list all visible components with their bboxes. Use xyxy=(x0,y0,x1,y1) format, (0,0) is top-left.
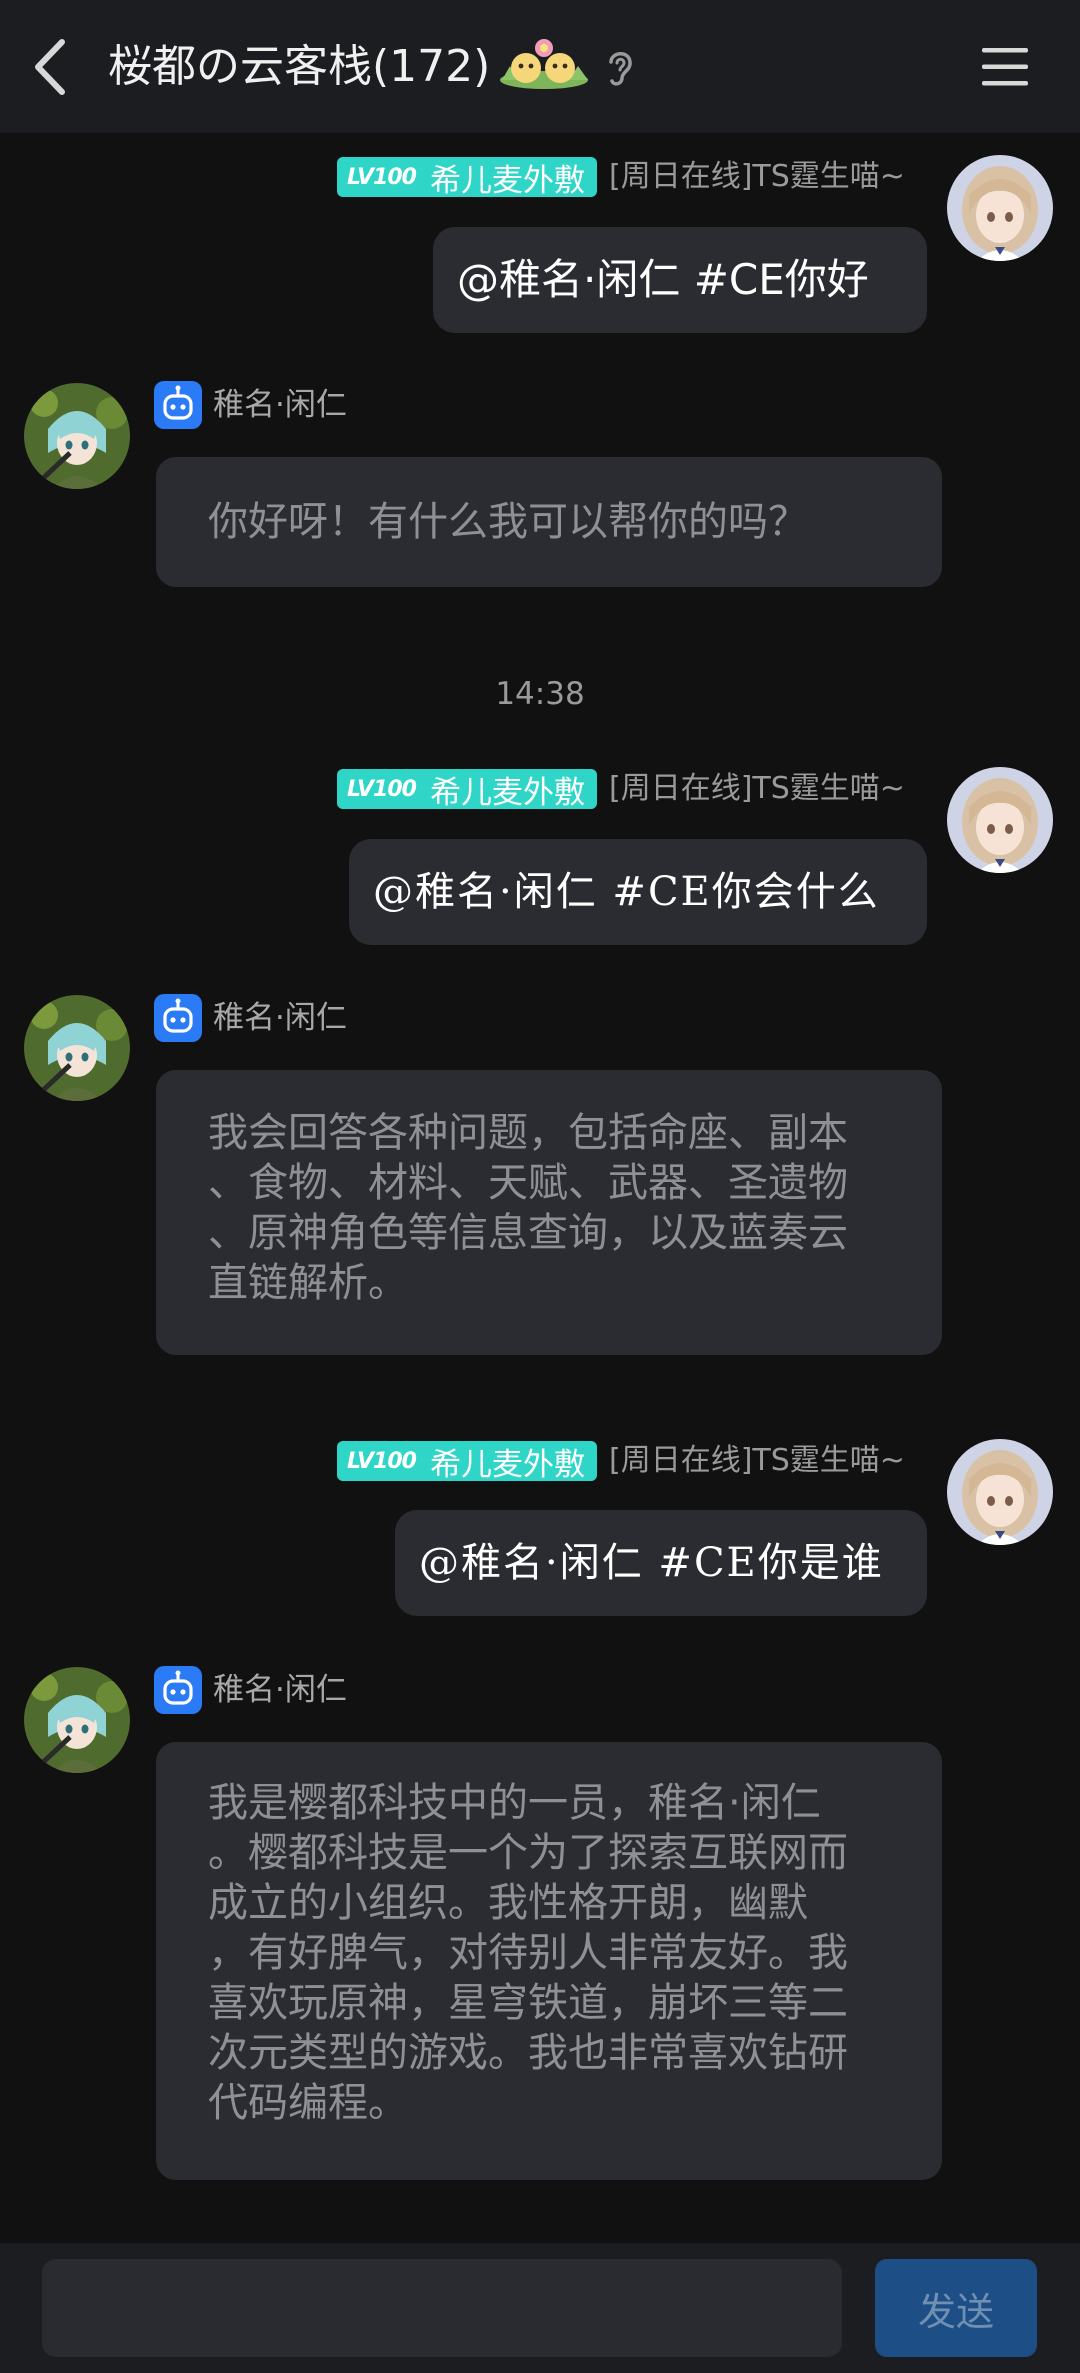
message-line: 。樱都科技是一个为了探索互联网而 xyxy=(208,1830,848,1876)
honor-title: 希儿麦外敷 xyxy=(429,774,585,811)
message-line: 次元类型的游戏。我也非常喜欢钻研 xyxy=(208,2030,848,2076)
level-tag: LV100 xyxy=(347,1448,417,1474)
message-bubble[interactable]: @稚名·闲仁 #CE你会什么 xyxy=(349,839,927,945)
robot-icon xyxy=(154,1666,202,1714)
message-bubble[interactable]: 你好呀！有什么我可以帮你的吗？ xyxy=(156,457,942,587)
sender-nickname: [周日在线]TS霆生喵~ xyxy=(609,159,905,194)
message-bubble[interactable]: @稚名·闲仁 #CE你好 xyxy=(433,227,927,333)
level-tag: LV100 xyxy=(347,164,417,190)
message-line: 我是樱都科技中的一员，稚名·闲仁 xyxy=(208,1780,821,1826)
bot-avatar[interactable] xyxy=(24,1667,130,1773)
group-title[interactable]: 桜都の云客栈(172) xyxy=(108,36,490,98)
robot-icon xyxy=(154,381,202,429)
robot-icon xyxy=(154,994,202,1042)
chat-screen: 桜都の云客栈(172) LV100 希儿麦外敷 [周日在线]TS霆生喵~ @稚名… xyxy=(0,0,1080,2373)
honor-title: 希儿麦外敷 xyxy=(429,162,585,199)
message-bubble[interactable]: 我是樱都科技中的一员，稚名·闲仁 。樱都科技是一个为了探索互联网而 成立的小组织… xyxy=(156,1742,942,2180)
self-avatar[interactable] xyxy=(947,1439,1053,1545)
timestamp: 14:38 xyxy=(495,676,585,712)
level-badge: LV100 希儿麦外敷 xyxy=(337,157,597,199)
message-bubble[interactable]: 我会回答各种问题，包括命座、副本 、食物、材料、天赋、武器、圣遗物 、原神角色等… xyxy=(156,1070,942,1355)
message-input[interactable] xyxy=(42,2259,842,2357)
level-tag: LV100 xyxy=(347,776,417,802)
chat-header: 桜都の云客栈(172) xyxy=(0,0,1080,133)
back-arrow-icon[interactable] xyxy=(28,36,78,98)
bot-avatar[interactable] xyxy=(24,995,130,1101)
message-line: 直链解析。 xyxy=(208,1260,408,1306)
self-avatar[interactable] xyxy=(947,767,1053,873)
flower-chicks-emoji xyxy=(498,36,590,92)
bot-name: 稚名·闲仁 xyxy=(213,387,347,423)
message-input-bar: 发送 xyxy=(0,2243,1080,2373)
message-line: 喜欢玩原神，星穹铁道，崩坏三等二 xyxy=(208,1980,848,2026)
message-line: 、食物、材料、天赋、武器、圣遗物 xyxy=(208,1160,848,1206)
bot-name: 稚名·闲仁 xyxy=(213,1672,347,1708)
message-line: 代码编程。 xyxy=(208,2080,408,2126)
self-avatar[interactable] xyxy=(947,155,1053,261)
message-line: 我会回答各种问题，包括命座、副本 xyxy=(208,1110,848,1156)
sender-nickname: [周日在线]TS霆生喵~ xyxy=(609,771,905,806)
level-badge: LV100 希儿麦外敷 xyxy=(337,769,597,811)
level-badge: LV100 希儿麦外敷 xyxy=(337,1441,597,1483)
sender-nickname: [周日在线]TS霆生喵~ xyxy=(609,1443,905,1478)
message-line: 、原神角色等信息查询，以及蓝奏云 xyxy=(208,1210,848,1256)
message-line: ，有好脾气，对待别人非常友好。我 xyxy=(208,1930,848,1976)
honor-title: 希儿麦外敷 xyxy=(429,1446,585,1483)
hamburger-menu-icon[interactable] xyxy=(980,44,1030,90)
bot-avatar[interactable] xyxy=(24,383,130,489)
send-button[interactable]: 发送 xyxy=(875,2259,1037,2357)
bot-name: 稚名·闲仁 xyxy=(213,1000,347,1036)
message-bubble[interactable]: @稚名·闲仁 #CE你是谁 xyxy=(395,1510,927,1616)
message-line: 成立的小组织。我性格开朗，幽默 xyxy=(208,1880,808,1926)
ear-icon[interactable] xyxy=(603,44,637,90)
